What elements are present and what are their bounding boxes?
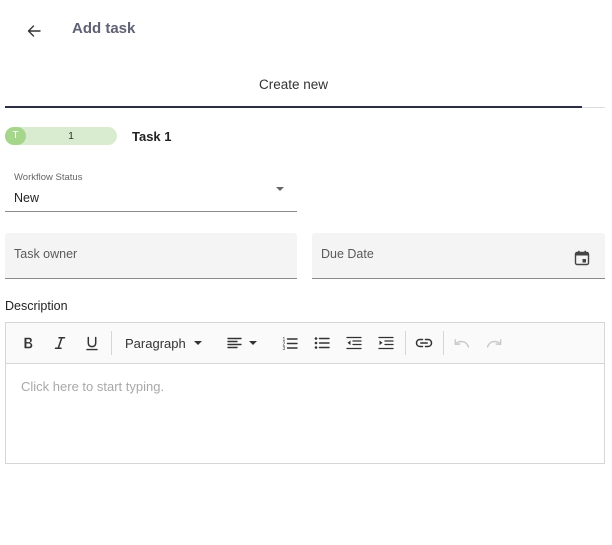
workflow-status-label: Workflow Status — [14, 172, 83, 183]
due-date-field[interactable]: Due Date — [312, 233, 605, 279]
bulleted-list-button[interactable] — [311, 331, 333, 355]
italic-icon — [54, 337, 66, 349]
alignment-dropdown[interactable] — [224, 331, 266, 355]
back-button[interactable] — [22, 19, 46, 43]
task-owner-placeholder: Task owner — [14, 247, 78, 261]
dropdown-caret-icon — [276, 187, 284, 191]
editor-toolbar: Paragraph 1 2 3 — [6, 323, 604, 364]
workflow-status-value: New — [14, 191, 40, 205]
page-header: Add task — [0, 0, 612, 60]
undo-icon — [454, 339, 470, 348]
outdent-icon — [346, 336, 362, 350]
link-icon — [415, 338, 433, 348]
task-owner-field[interactable]: Task owner — [5, 233, 297, 279]
rich-text-editor: Paragraph 1 2 3 Click here to start typi… — [5, 322, 605, 464]
toolbar-divider — [443, 331, 444, 355]
numbered-list-icon: 1 2 3 — [283, 337, 298, 351]
task-name: Task 1 — [132, 128, 172, 144]
due-date-placeholder: Due Date — [321, 247, 374, 261]
underline-button[interactable] — [81, 331, 103, 355]
outdent-button[interactable] — [343, 331, 365, 355]
underline-icon — [86, 336, 98, 350]
active-tab-indicator — [5, 106, 582, 108]
redo-icon — [486, 339, 502, 348]
bulleted-list-icon — [314, 337, 330, 349]
chevron-down-icon — [249, 341, 257, 345]
link-button[interactable] — [413, 331, 435, 355]
tab-label: Create new — [258, 77, 329, 92]
editor-content-area[interactable]: Click here to start typing. — [6, 364, 604, 463]
toolbar-divider — [405, 331, 406, 355]
arrow-left-icon — [27, 25, 41, 37]
bold-icon — [24, 337, 33, 349]
svg-text:3: 3 — [283, 346, 286, 351]
numbered-list-button[interactable]: 1 2 3 — [279, 331, 301, 355]
indent-icon — [378, 336, 394, 350]
redo-button[interactable] — [483, 331, 505, 355]
paragraph-style-value: Paragraph — [125, 335, 186, 351]
bold-button[interactable] — [17, 331, 39, 355]
editor-placeholder: Click here to start typing. — [21, 379, 165, 394]
task-badge: 1 T — [5, 127, 117, 145]
indent-button[interactable] — [375, 331, 397, 355]
tab-create-new[interactable]: Create new — [5, 70, 582, 108]
workflow-status-select[interactable]: Workflow Status New — [5, 166, 297, 212]
align-left-icon — [227, 337, 242, 349]
chevron-down-icon — [193, 341, 202, 345]
toolbar-divider — [111, 331, 112, 355]
page-title: Add task — [72, 20, 136, 37]
italic-button[interactable] — [49, 331, 71, 355]
undo-button[interactable] — [451, 331, 473, 355]
task-row: 1 T Task 1 — [5, 126, 172, 146]
task-badge-letter: T — [5, 127, 26, 145]
description-label: Description — [5, 299, 68, 313]
calendar-button[interactable] — [574, 250, 590, 266]
calendar-icon — [574, 250, 590, 266]
tab-bar: Create new — [5, 70, 605, 108]
paragraph-style-dropdown[interactable]: Paragraph — [119, 331, 209, 355]
